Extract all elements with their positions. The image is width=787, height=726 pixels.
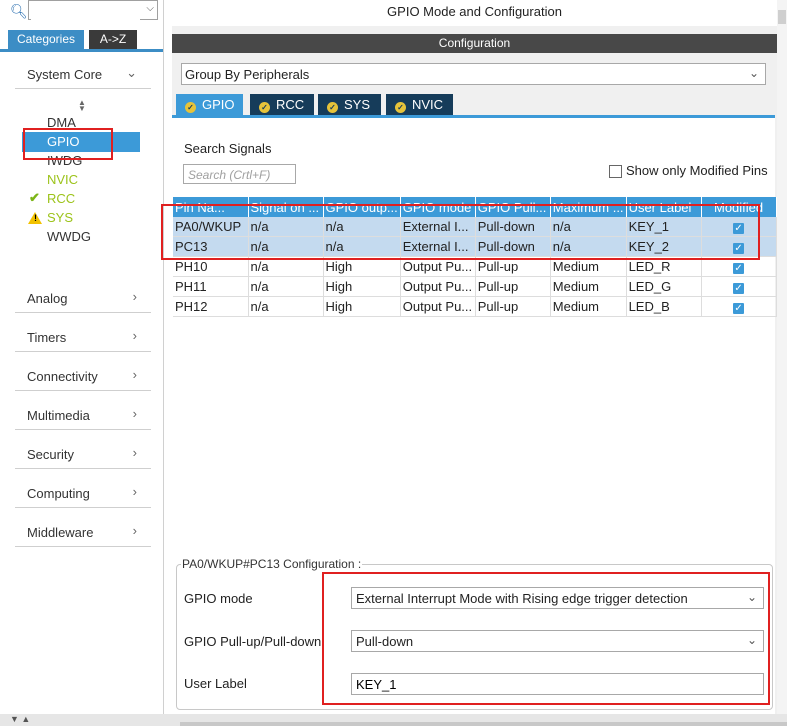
category-search-input[interactable] [31,2,140,20]
peripheral-rcc[interactable]: RCC [47,190,75,208]
group-by-select[interactable]: Group By Peripherals ⌄ [181,63,766,85]
category-label: Analog [27,291,68,306]
chevron-right-icon: › [132,289,137,304]
category-label: Security [27,447,74,462]
table-cell: Medium [550,276,627,297]
category-label: Multimedia [27,408,90,423]
check-circle-icon: ✓ [185,102,196,113]
warning-icon: ! [28,212,42,224]
tab-nvic[interactable]: ✓ NVIC [386,94,453,115]
table-cell: LED_B [626,296,702,317]
vertical-scrollbar[interactable] [777,0,787,714]
table-cell: n/a [248,276,324,297]
category-label: System Core [27,67,103,82]
chevron-right-icon: › [132,328,137,343]
scrollbar-thumb[interactable] [778,10,786,24]
check-circle-icon: ✓ [395,102,406,113]
tab-label: SYS [344,97,371,112]
sort-arrows-icon[interactable]: ▲ ▼ [78,99,86,113]
horizontal-scrollbar[interactable] [180,722,787,726]
category-multimedia[interactable]: Multimedia › [15,403,151,430]
tab-rcc[interactable]: ✓ RCC [250,94,314,115]
table-cell: High [323,276,401,297]
chevron-down-icon: ⌄ [126,65,137,80]
category-label: Middleware [27,525,94,540]
chevron-right-icon: › [132,445,137,460]
highlight-box-rows [161,204,760,260]
table-cell: Output Pu... [400,296,476,317]
chevron-right-icon: › [132,406,137,421]
category-security[interactable]: Security › [15,442,151,469]
table-row[interactable]: PH11 n/a High Output Pu... Pull-up Mediu… [173,276,777,297]
modified-cell[interactable]: ✓ [701,276,777,297]
configuration-header: Configuration [172,34,777,53]
category-computing[interactable]: Computing › [15,481,151,508]
tab-label: RCC [276,97,305,112]
check-circle-icon: ✓ [259,102,270,113]
category-system-core[interactable]: System Core ⌄ [15,62,151,89]
peripheral-wwdg[interactable]: WWDG [47,228,91,246]
table-cell: High [323,296,401,317]
table-cell: PH12 [173,296,249,317]
category-analog[interactable]: Analog › [15,286,151,313]
pull-label: GPIO Pull-up/Pull-down [184,634,322,649]
tab-label: NVIC [412,97,444,112]
modified-checkbox[interactable]: ✓ [733,303,745,314]
search-icon[interactable]: 🔍︎ [10,4,28,18]
tab-categories[interactable]: Categories [8,30,84,49]
table-cell: n/a [248,296,324,317]
table-cell: LED_G [626,276,702,297]
chevron-down-icon[interactable]: ⌵ [146,3,154,14]
peripheral-sys[interactable]: SYS [47,209,73,227]
chevron-right-icon: › [132,367,137,382]
category-middleware[interactable]: Middleware › [15,520,151,547]
table-cell: Output Pu... [400,276,476,297]
group-by-value: Group By Peripherals [185,67,310,82]
tab-label: GPIO [202,97,235,112]
chevron-down-icon: ⌄ [748,66,759,80]
search-signals-input[interactable] [186,167,295,183]
check-circle-icon: ✓ [327,102,338,113]
table-cell: Pull-up [475,296,551,317]
table-cell: Medium [550,296,627,317]
search-signals-label: Search Signals [184,141,272,156]
table-cell: PH11 [173,276,249,297]
table-row[interactable]: PH12 n/a High Output Pu... Pull-up Mediu… [173,296,777,317]
show-modified-checkbox[interactable] [609,165,622,178]
highlight-box-config [322,572,770,705]
search-signals-box[interactable] [183,164,296,184]
highlight-box-gpio [23,128,113,160]
category-label: Timers [27,330,67,345]
chevron-right-icon: › [132,484,137,499]
pin-config-title: PA0/WKUP#PC13 Configuration : [181,557,363,571]
peripheral-nvic[interactable]: NVIC [47,171,78,189]
tab-a-to-z[interactable]: A->Z [89,30,137,49]
modified-cell[interactable]: ✓ [701,296,777,317]
user-label-label: User Label [184,676,247,691]
category-label: Connectivity [27,369,98,384]
category-search-box[interactable]: ⌵ [28,0,158,20]
table-cell: Pull-up [475,276,551,297]
chevron-right-icon: › [132,523,137,538]
page-title: GPIO Mode and Configuration [172,0,777,26]
category-label: Computing [27,486,90,501]
tab-gpio[interactable]: ✓ GPIO [176,94,243,115]
tab-sys[interactable]: ✓ SYS [318,94,381,115]
collapse-arrows-icon[interactable]: ▼ ▲ [10,714,30,724]
category-timers[interactable]: Timers › [15,325,151,352]
category-connectivity[interactable]: Connectivity › [15,364,151,391]
modified-checkbox[interactable]: ✓ [733,283,745,294]
gpio-mode-label: GPIO mode [184,591,253,606]
show-modified-label: Show only Modified Pins [626,163,768,178]
check-icon: ✔ [29,190,40,205]
modified-checkbox[interactable]: ✓ [733,263,745,274]
